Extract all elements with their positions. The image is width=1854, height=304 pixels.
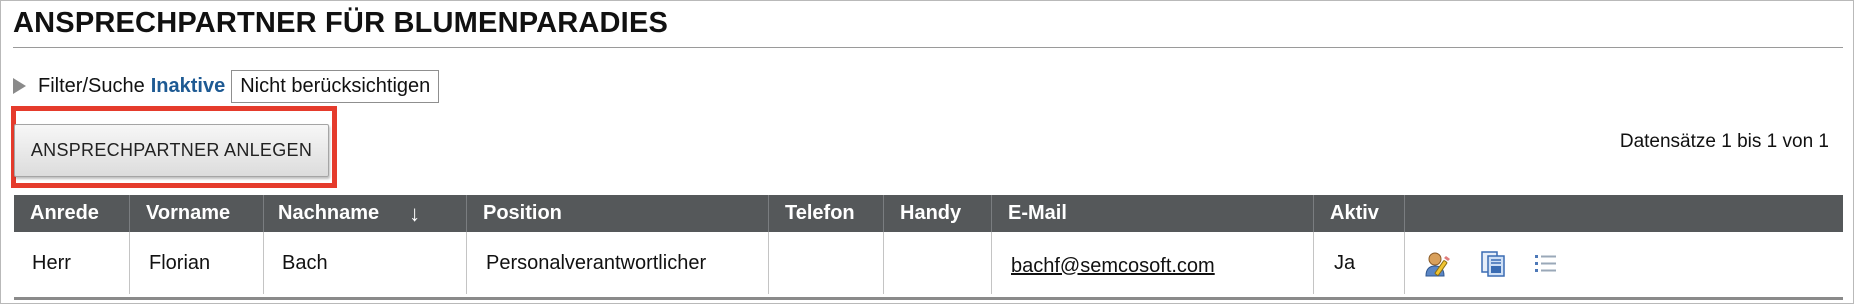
expand-triangle-icon[interactable] bbox=[13, 78, 26, 94]
table-row[interactable]: Herr Florian Bach Personalverantwortlich… bbox=[14, 232, 1843, 294]
column-header-handy[interactable]: Handy bbox=[884, 195, 992, 232]
cell-aktiv: Ja bbox=[1314, 232, 1405, 294]
email-link[interactable]: bachf@semcosoft.com bbox=[1011, 255, 1215, 278]
cell-vorname: Florian bbox=[130, 232, 264, 294]
edit-contact-icon[interactable] bbox=[1423, 250, 1453, 278]
cell-email: bachf@semcosoft.com bbox=[992, 232, 1314, 294]
column-header-position[interactable]: Position bbox=[467, 195, 769, 232]
inactive-filter-label[interactable]: Inaktive bbox=[151, 75, 225, 98]
filter-toggle-label[interactable]: Filter/Suche bbox=[38, 75, 145, 98]
details-list-icon[interactable] bbox=[1531, 250, 1561, 278]
table-header: Anrede Vorname Nachname ↓ Position Telef… bbox=[14, 195, 1843, 232]
column-header-telefon[interactable]: Telefon bbox=[769, 195, 884, 232]
column-header-aktiv[interactable]: Aktiv bbox=[1314, 195, 1405, 232]
contacts-table: Anrede Vorname Nachname ↓ Position Telef… bbox=[14, 195, 1843, 300]
column-header-email[interactable]: E-Mail bbox=[992, 195, 1314, 232]
cell-actions bbox=[1405, 232, 1843, 294]
filter-row: Filter/Suche Inaktive Nicht berücksichti… bbox=[13, 69, 440, 103]
inactive-filter-select[interactable]: Nicht berücksichtigen bbox=[231, 69, 440, 103]
column-header-actions bbox=[1405, 195, 1843, 232]
cell-nachname: Bach bbox=[264, 232, 467, 294]
cell-telefon bbox=[769, 232, 884, 294]
sort-descending-icon: ↓ bbox=[409, 200, 421, 226]
column-header-anrede[interactable]: Anrede bbox=[14, 195, 130, 232]
copy-record-icon[interactable] bbox=[1479, 250, 1509, 278]
cell-position: Personalverantwortlicher bbox=[467, 232, 769, 294]
cell-handy bbox=[884, 232, 992, 294]
title-divider bbox=[13, 47, 1843, 48]
column-header-nachname[interactable]: Nachname ↓ bbox=[264, 195, 467, 232]
cell-anrede: Herr bbox=[14, 232, 130, 294]
record-count: Datensätze 1 bis 1 von 1 bbox=[1619, 131, 1829, 152]
contacts-panel: ANSPRECHPARTNER FÜR BLUMENPARADIES Filte… bbox=[0, 0, 1854, 304]
create-contact-button[interactable]: ANSPRECHPARTNER ANLEGEN bbox=[14, 124, 329, 177]
page-title: ANSPRECHPARTNER FÜR BLUMENPARADIES bbox=[13, 7, 669, 39]
column-header-vorname[interactable]: Vorname bbox=[130, 195, 264, 232]
